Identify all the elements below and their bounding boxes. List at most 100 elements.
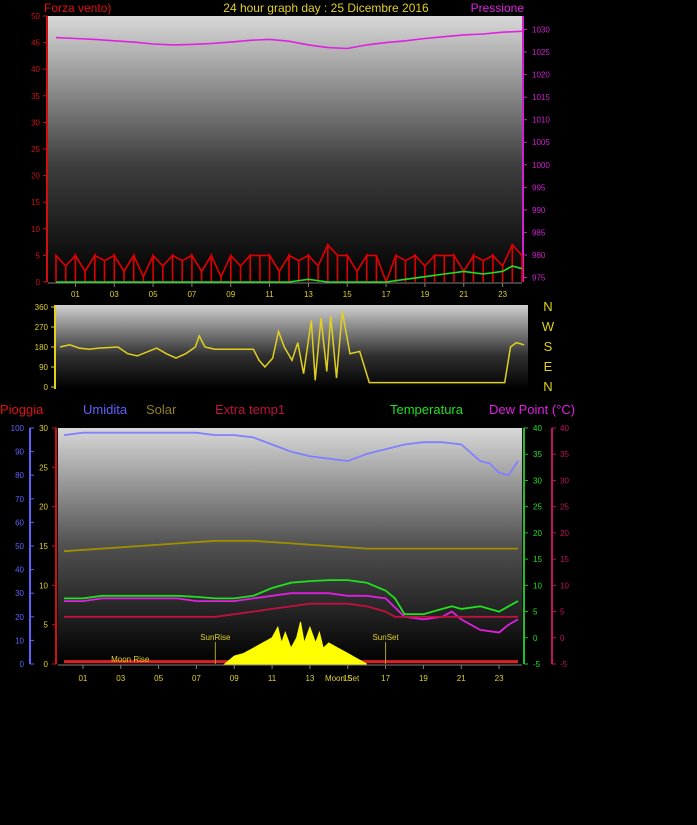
direction-tick-label: 360 bbox=[35, 303, 49, 312]
wind-tick-label: 0 bbox=[36, 278, 41, 287]
temperature-tick-label: 10 bbox=[533, 581, 542, 590]
humidity-tick-label: 90 bbox=[15, 448, 24, 457]
dew-tick-label: 35 bbox=[560, 450, 569, 459]
humidity-tick-label: 30 bbox=[15, 589, 24, 598]
dew-tick-label: 20 bbox=[560, 529, 569, 538]
dew-tick-label: 40 bbox=[560, 424, 569, 433]
legend-rain: Pioggia bbox=[0, 402, 44, 417]
pressure-axis-ticks: 975 980 985 990 995 1000 1005 1010 1015 1020 1025 1… bbox=[523, 26, 550, 282]
direction-tick-label: 90 bbox=[39, 363, 48, 372]
humidity-tick-label: 60 bbox=[15, 518, 24, 527]
rain-tick-label: 15 bbox=[39, 542, 48, 551]
rain-tick-label: 25 bbox=[39, 463, 48, 472]
wind-pressure-x-ticks: 01 03 05 07 09 11 13 15 17 19 21 23 bbox=[48, 282, 522, 299]
dew-tick-label: 5 bbox=[560, 608, 565, 617]
pressure-tick-label: 1020 bbox=[532, 71, 550, 80]
humidity-tick-label: 50 bbox=[15, 542, 24, 551]
humidity-tick-label: 70 bbox=[15, 495, 24, 504]
temp-x-tick-label: 07 bbox=[192, 674, 201, 683]
direction-axis-ticks: 0 90 180 270 360 bbox=[35, 303, 55, 392]
pressure-tick-label: 995 bbox=[532, 183, 546, 192]
temperature-tick-label: 35 bbox=[533, 450, 542, 459]
wind-tick-label: 45 bbox=[31, 39, 40, 48]
wind-pressure-panel: 05101520253035404550 9759809859909951000… bbox=[31, 1, 550, 299]
sunrise-label: SunRise bbox=[200, 633, 231, 642]
compass-label: W bbox=[542, 319, 555, 334]
compass-label: N bbox=[543, 379, 552, 394]
dew-tick-label: 0 bbox=[560, 634, 565, 643]
temperature-tick-label: 0 bbox=[533, 634, 538, 643]
temp-x-tick-label: 23 bbox=[495, 674, 504, 683]
wind-axis-ticks: 0 5 10 15 20 25 30 35 40 45 50 bbox=[31, 12, 47, 287]
temp-x-tick-label: 13 bbox=[305, 674, 314, 683]
pressure-tick-label: 975 bbox=[532, 273, 546, 282]
wind-x-tick-label: 07 bbox=[187, 290, 196, 299]
direction-tick-label: 270 bbox=[35, 323, 49, 332]
wind-x-tick-label: 01 bbox=[71, 290, 80, 299]
legend-humidity: Umidita bbox=[83, 402, 128, 417]
temp-x-tick-label: 17 bbox=[381, 674, 390, 683]
wind-tick-label: 30 bbox=[31, 118, 40, 127]
dew-tick-label: 15 bbox=[560, 555, 569, 564]
wind-tick-label: 35 bbox=[31, 92, 40, 101]
dew-tick-label: 30 bbox=[560, 476, 569, 485]
humidity-tick-label: 80 bbox=[15, 471, 24, 480]
weather-charts: 05101520253035404550 9759809859909951000… bbox=[0, 1, 575, 683]
pressure-axis-title: Pressione bbox=[471, 1, 525, 15]
pressure-tick-label: 1030 bbox=[532, 26, 550, 35]
wind-tick-label: 20 bbox=[31, 172, 40, 181]
wind-x-tick-label: 03 bbox=[110, 290, 119, 299]
compass-labels: NWSEN bbox=[542, 299, 555, 394]
direction-tick-label: 180 bbox=[35, 343, 49, 352]
wind-x-tick-label: 15 bbox=[343, 290, 352, 299]
pressure-tick-label: 980 bbox=[532, 251, 546, 260]
humidity-tick-label: 100 bbox=[11, 424, 25, 433]
temp-x-tick-label: 05 bbox=[154, 674, 163, 683]
legend-dew-point: Dew Point (°C) bbox=[489, 402, 575, 417]
temp-x-tick-label: 19 bbox=[419, 674, 428, 683]
compass-label: N bbox=[543, 299, 552, 314]
humidity-tick-label: 0 bbox=[20, 660, 25, 669]
temp-x-tick-label: 21 bbox=[457, 674, 466, 683]
wind-x-tick-label: 23 bbox=[498, 290, 507, 299]
compass-label: E bbox=[544, 359, 553, 374]
wind-tick-label: 10 bbox=[31, 225, 40, 234]
humidity-tick-label: 20 bbox=[15, 613, 24, 622]
humidity-tick-label: 10 bbox=[15, 636, 24, 645]
temperature-tick-label: -5 bbox=[533, 660, 541, 669]
chart-title: 24 hour graph day : 25 Dicembre 2016 bbox=[223, 1, 429, 15]
wind-tick-label: 50 bbox=[31, 12, 40, 21]
wind-x-tick-label: 09 bbox=[226, 290, 235, 299]
wind-tick-label: 5 bbox=[36, 251, 41, 260]
rain-tick-label: 0 bbox=[44, 660, 49, 669]
wind-tick-label: 25 bbox=[31, 145, 40, 154]
wind-tick-label: 15 bbox=[31, 198, 40, 207]
humidity-tick-label: 40 bbox=[15, 566, 24, 575]
wind-direction-panel: 0 90 180 270 360 NWSEN bbox=[35, 299, 555, 394]
temp-x-tick-label: 03 bbox=[116, 674, 125, 683]
pressure-tick-label: 1000 bbox=[532, 161, 550, 170]
wind-x-tick-label: 11 bbox=[265, 290, 274, 299]
temperature-tick-label: 30 bbox=[533, 476, 542, 485]
temp-x-tick-label: 11 bbox=[268, 674, 277, 683]
temperature-tick-label: 20 bbox=[533, 529, 542, 538]
moon-set-label: Moon Set bbox=[325, 674, 360, 683]
temperature-tick-label: 25 bbox=[533, 503, 542, 512]
moon-rise-label: Moon Rise bbox=[111, 655, 150, 664]
legend-solar: Solar bbox=[146, 402, 177, 417]
wind-axis-title: Forza vento) bbox=[44, 1, 111, 15]
wind-x-tick-label: 19 bbox=[420, 290, 429, 299]
temperature-tick-label: 5 bbox=[533, 608, 538, 617]
wind-pressure-plot-area bbox=[48, 16, 522, 282]
rain-tick-label: 30 bbox=[39, 424, 48, 433]
dew-tick-label: 10 bbox=[560, 581, 569, 590]
wind-direction-plot-area bbox=[56, 305, 528, 389]
dew-tick-label: -5 bbox=[560, 660, 568, 669]
pressure-tick-label: 1025 bbox=[532, 48, 550, 57]
direction-tick-label: 0 bbox=[44, 383, 49, 392]
wind-tick-label: 40 bbox=[31, 65, 40, 74]
rain-tick-label: 20 bbox=[39, 503, 48, 512]
wind-x-tick-label: 17 bbox=[382, 290, 391, 299]
dew-tick-label: 25 bbox=[560, 503, 569, 512]
pressure-tick-label: 990 bbox=[532, 206, 546, 215]
